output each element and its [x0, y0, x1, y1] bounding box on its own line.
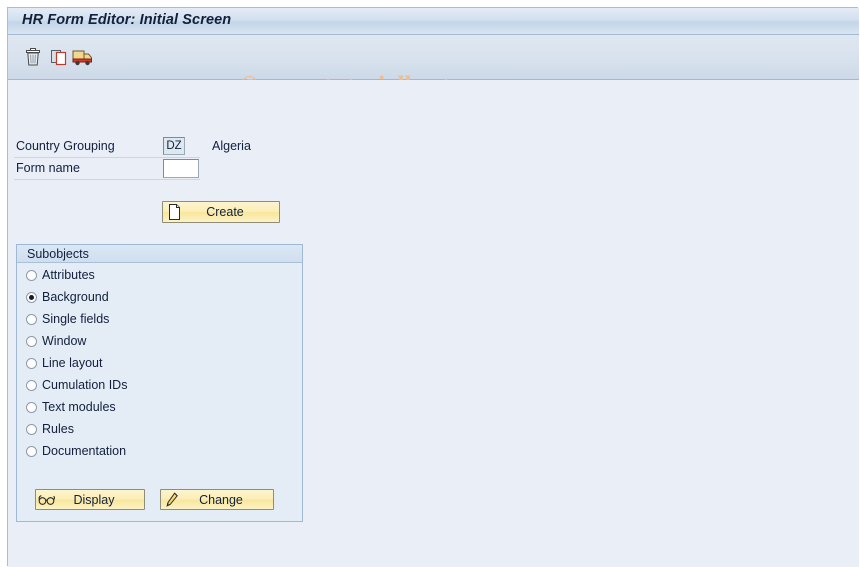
radio-icon	[26, 401, 37, 413]
form-name-input[interactable]	[163, 159, 199, 178]
copy-icon	[49, 50, 69, 70]
page-title: HR Form Editor: Initial Screen	[22, 12, 232, 28]
truck-icon	[71, 50, 95, 70]
create-button[interactable]: Create	[162, 201, 280, 223]
radio-label: Single fields	[42, 312, 110, 326]
radio-option-rules[interactable]: Rules	[17, 418, 302, 440]
window-title-bar: HR Form Editor: Initial Screen	[8, 8, 859, 35]
radio-icon	[26, 269, 37, 281]
copy-button[interactable]	[46, 44, 72, 70]
radio-icon	[26, 379, 37, 391]
new-document-icon	[163, 204, 185, 220]
radio-icon	[26, 445, 37, 457]
radio-label: Rules	[42, 422, 74, 436]
radio-option-attributes[interactable]: Attributes	[17, 264, 302, 286]
radio-option-text-modules[interactable]: Text modules	[17, 396, 302, 418]
radio-icon	[26, 313, 37, 325]
radio-icon	[26, 335, 37, 347]
radio-label: Background	[42, 290, 109, 304]
create-button-label: Create	[206, 205, 244, 219]
radio-option-single-fields[interactable]: Single fields	[17, 308, 302, 330]
radio-option-line-layout[interactable]: Line layout	[17, 352, 302, 374]
radio-option-documentation[interactable]: Documentation	[17, 440, 302, 462]
country-grouping-description: Algeria	[212, 139, 251, 153]
radio-label: Attributes	[42, 268, 95, 282]
country-grouping-label: Country Grouping	[16, 139, 115, 153]
radio-label: Line layout	[42, 356, 103, 370]
subobjects-group-title: Subobjects	[27, 247, 89, 261]
pencil-icon	[161, 491, 183, 508]
country-grouping-input[interactable]: DZ	[163, 137, 185, 155]
radio-option-background[interactable]: Background	[17, 286, 302, 308]
delete-button[interactable]	[20, 44, 46, 70]
glasses-icon	[36, 494, 58, 506]
content-area: Country Grouping DZ Algeria Form name Cr…	[8, 80, 859, 567]
subobjects-radio-group: Attributes Background Single fields Wind…	[17, 264, 302, 462]
radio-icon	[26, 291, 37, 303]
subobjects-group-header: Subobjects	[17, 245, 302, 263]
display-button-label: Display	[73, 492, 115, 507]
radio-icon	[26, 423, 37, 435]
change-button-label: Change	[199, 492, 243, 507]
radio-label: Documentation	[42, 444, 127, 458]
change-button[interactable]: Change	[160, 489, 274, 510]
toolbar: © www.tutorialkart.com	[8, 35, 859, 99]
radio-label: Text modules	[42, 400, 116, 414]
delete-icon	[24, 48, 42, 70]
row-separator	[14, 179, 200, 180]
radio-option-window[interactable]: Window	[17, 330, 302, 352]
transport-button[interactable]	[70, 44, 96, 70]
radio-icon	[26, 357, 37, 369]
radio-label: Window	[42, 334, 87, 348]
display-button[interactable]: Display	[35, 489, 145, 510]
radio-option-cumulation-ids[interactable]: Cumulation IDs	[17, 374, 302, 396]
subobjects-group-box: Subobjects Attributes Background Single …	[16, 244, 303, 522]
radio-label: Cumulation IDs	[42, 378, 128, 392]
form-name-label: Form name	[16, 161, 80, 175]
application-window: HR Form Editor: Initial Screen Country G…	[7, 7, 859, 567]
